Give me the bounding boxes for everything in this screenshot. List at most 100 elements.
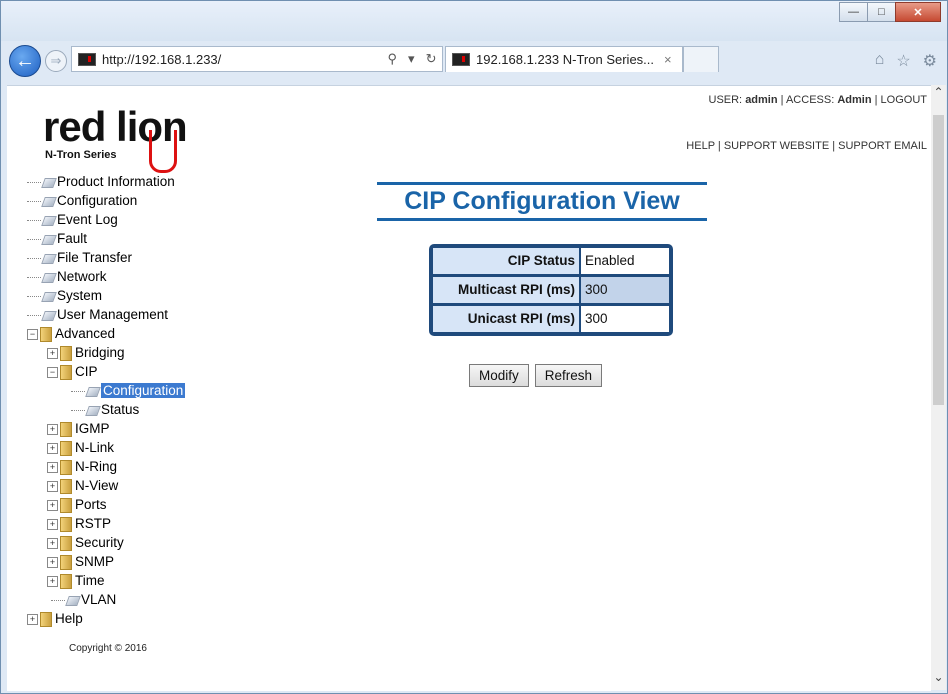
tree-item-snmp[interactable]: + SNMP bbox=[27, 552, 185, 571]
tree-item-bridging[interactable]: + Bridging bbox=[27, 343, 185, 362]
vertical-scrollbar[interactable]: ⌃ ⌄ bbox=[931, 85, 946, 690]
tree-item-product-information[interactable]: Product Information bbox=[27, 172, 185, 191]
access-level: Admin bbox=[837, 94, 872, 106]
scroll-down-icon[interactable]: ⌄ bbox=[931, 670, 946, 690]
favorites-star-icon[interactable]: ☆ bbox=[896, 51, 910, 71]
expand-icon[interactable]: + bbox=[47, 537, 58, 549]
logout-link[interactable]: LOGOUT bbox=[881, 94, 927, 106]
browser-tab[interactable]: 192.168.1.233 N-Tron Series... × bbox=[445, 46, 683, 72]
tree-item-configuration[interactable]: Configuration bbox=[27, 191, 185, 210]
folder-icon bbox=[60, 497, 72, 513]
settings-gear-icon[interactable]: ⚙ bbox=[923, 51, 937, 71]
tree-label: Status bbox=[101, 402, 140, 417]
tree-item-cip[interactable]: − CIP bbox=[27, 362, 185, 381]
expand-icon[interactable]: + bbox=[27, 613, 38, 625]
forward-button[interactable]: ⇒ bbox=[45, 50, 67, 72]
tree-item-file-transfer[interactable]: File Transfer bbox=[27, 248, 185, 267]
action-buttons: Modify Refresh bbox=[469, 364, 603, 387]
refresh-button[interactable]: Refresh bbox=[534, 364, 603, 387]
tree-label: N-Ring bbox=[75, 459, 118, 474]
tree-item-user-management[interactable]: User Management bbox=[27, 305, 185, 324]
tree-item-n-link[interactable]: + N-Link bbox=[27, 438, 185, 457]
home-icon[interactable]: ⌂ bbox=[875, 51, 885, 71]
tree-item-network[interactable]: Network bbox=[27, 267, 185, 286]
support-email-link[interactable]: SUPPORT EMAIL bbox=[838, 140, 927, 152]
tree-item-cip-configuration[interactable]: Configuration bbox=[27, 381, 186, 400]
scroll-up-icon[interactable]: ⌃ bbox=[931, 85, 946, 105]
collapse-icon[interactable]: − bbox=[27, 328, 38, 340]
expand-icon[interactable]: + bbox=[47, 442, 58, 454]
refresh-icon[interactable]: ↻ bbox=[426, 51, 437, 67]
search-icon[interactable]: ⚲ bbox=[388, 51, 398, 67]
tree-label: File Transfer bbox=[57, 250, 133, 265]
help-link[interactable]: HELP bbox=[686, 140, 715, 152]
tree-item-security[interactable]: + Security bbox=[27, 533, 185, 552]
tree-item-n-view[interactable]: + N-View bbox=[27, 476, 185, 495]
expand-icon[interactable]: + bbox=[47, 480, 58, 492]
maximize-button[interactable]: □ bbox=[867, 2, 896, 22]
user-name: admin bbox=[745, 94, 778, 106]
scroll-thumb[interactable] bbox=[933, 115, 944, 405]
tree-label: System bbox=[57, 288, 103, 303]
tree-label: RSTP bbox=[75, 516, 112, 531]
page-icon bbox=[85, 385, 101, 397]
tree-item-rstp[interactable]: + RSTP bbox=[27, 514, 185, 533]
minimize-button[interactable]: — bbox=[839, 2, 868, 22]
page-viewport: red lion N-Tron Series USER: admin | ACC… bbox=[7, 85, 931, 691]
new-tab-button[interactable] bbox=[683, 46, 719, 72]
expand-icon[interactable]: + bbox=[47, 575, 58, 587]
folder-icon bbox=[60, 345, 72, 361]
expand-icon[interactable]: + bbox=[47, 347, 58, 359]
tree-item-advanced[interactable]: − Advanced bbox=[27, 324, 185, 343]
collapse-icon[interactable]: − bbox=[47, 366, 58, 378]
tab-close-icon[interactable]: × bbox=[664, 52, 682, 67]
tree-item-vlan[interactable]: VLAN bbox=[27, 590, 185, 609]
expand-icon[interactable]: + bbox=[47, 556, 58, 568]
tree-label: Configuration bbox=[57, 193, 138, 208]
table-row: Unicast RPI (ms) 300 bbox=[433, 306, 669, 332]
expand-icon[interactable]: + bbox=[47, 461, 58, 473]
multicast-rpi-label: Multicast RPI (ms) bbox=[433, 277, 579, 303]
back-button[interactable]: ← bbox=[9, 45, 41, 77]
tree-label: SNMP bbox=[75, 554, 115, 569]
tree-label: N-Link bbox=[75, 440, 115, 455]
access-label: ACCESS: bbox=[785, 94, 835, 106]
tree-item-cip-status[interactable]: Status bbox=[27, 400, 185, 419]
tree-item-help[interactable]: + Help bbox=[27, 609, 185, 628]
tree-item-fault[interactable]: Fault bbox=[27, 229, 185, 248]
expand-icon[interactable]: + bbox=[47, 423, 58, 435]
folder-icon bbox=[60, 421, 72, 437]
tree-label: Product Information bbox=[57, 174, 175, 189]
tree-item-igmp[interactable]: + IGMP bbox=[27, 419, 185, 438]
tree-item-ports[interactable]: + Ports bbox=[27, 495, 185, 514]
tree-label: Bridging bbox=[75, 345, 125, 360]
tree-item-event-log[interactable]: Event Log bbox=[27, 210, 185, 229]
page-icon bbox=[85, 404, 101, 416]
support-website-link[interactable]: SUPPORT WEBSITE bbox=[724, 140, 829, 152]
table-row: CIP Status Enabled bbox=[433, 248, 669, 274]
close-button[interactable]: ✕ bbox=[895, 2, 941, 22]
tree-item-n-ring[interactable]: + N-Ring bbox=[27, 457, 185, 476]
toolbar-icons: ⌂ ☆ ⚙ bbox=[875, 51, 937, 71]
tree-label: Advanced bbox=[55, 326, 116, 341]
modify-button[interactable]: Modify bbox=[469, 364, 529, 387]
tab-favicon-icon bbox=[452, 53, 470, 66]
title-bar: — □ ✕ bbox=[1, 1, 947, 41]
page-title: CIP Configuration View bbox=[377, 182, 707, 221]
address-bar[interactable]: http://192.168.1.233/ ⚲ ▾ ↻ bbox=[71, 46, 443, 72]
tree-label: Event Log bbox=[57, 212, 118, 227]
table-row: Multicast RPI (ms) 300 bbox=[433, 277, 669, 303]
folder-open-icon bbox=[40, 326, 52, 342]
tree-label: Fault bbox=[57, 231, 88, 246]
tree-item-time[interactable]: + Time bbox=[27, 571, 185, 590]
expand-icon[interactable]: + bbox=[47, 499, 58, 511]
address-url[interactable]: http://192.168.1.233/ bbox=[102, 52, 382, 67]
address-actions: ⚲ ▾ ↻ bbox=[382, 51, 442, 67]
folder-open-icon bbox=[60, 364, 72, 380]
tree-item-system[interactable]: System bbox=[27, 286, 185, 305]
dropdown-icon[interactable]: ▾ bbox=[408, 51, 415, 67]
folder-icon bbox=[40, 611, 52, 627]
tree-label: Time bbox=[75, 573, 105, 588]
tree-label: CIP bbox=[75, 364, 98, 379]
expand-icon[interactable]: + bbox=[47, 518, 58, 530]
